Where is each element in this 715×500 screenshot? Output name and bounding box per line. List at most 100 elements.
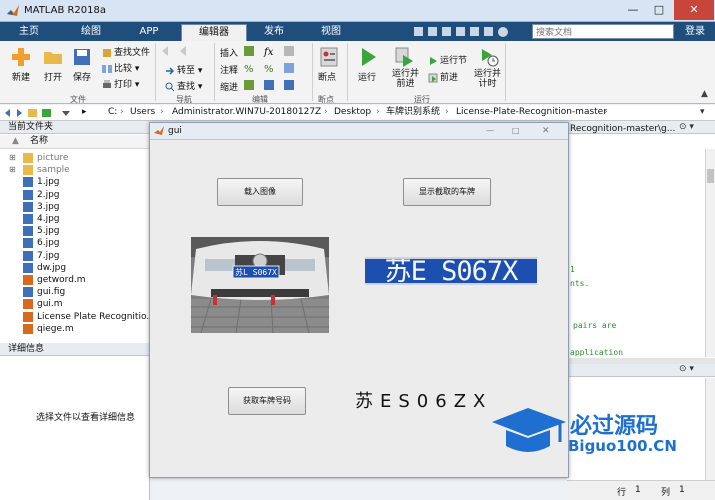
file-name: gui.m xyxy=(37,299,63,310)
print-label: 打印 xyxy=(114,80,133,90)
compare-label: 比较 xyxy=(114,64,133,74)
car-plate-text: 苏L S067X xyxy=(235,267,277,277)
address-part[interactable]: Desktop xyxy=(334,105,371,120)
file-name: getword.m xyxy=(37,275,86,285)
indent-button[interactable]: 缩进 xyxy=(220,80,238,93)
command-window-scrollbar[interactable] xyxy=(705,378,715,480)
edit-group-label: 编辑 xyxy=(252,95,268,104)
show-cropped-plate-button[interactable]: 显示截取的车牌 xyxy=(403,178,491,206)
editor-scrollbar[interactable] xyxy=(705,149,715,357)
open-button[interactable]: 打开 xyxy=(44,70,62,83)
file-list-item[interactable]: 1.jpg xyxy=(0,176,150,188)
address-part[interactable]: 车牌识别系统 xyxy=(386,105,440,120)
tab-editor[interactable]: 编辑器 xyxy=(181,24,247,41)
address-part[interactable]: C: xyxy=(108,105,117,120)
file-list-item[interactable]: 4.jpg xyxy=(0,213,150,225)
file-list-item[interactable]: dw.jpg xyxy=(0,262,150,274)
row-value: 1 xyxy=(635,485,641,495)
matlab-logo-icon xyxy=(154,126,164,135)
run-and-time-button[interactable]: 运行并 计时 xyxy=(474,69,501,89)
address-part[interactable]: License-Plate-Recognition-master xyxy=(456,105,607,120)
file-list-item[interactable]: 3.jpg xyxy=(0,201,150,213)
comment-button[interactable]: 注释 xyxy=(220,63,238,76)
file-list-item[interactable]: ⊞ picture xyxy=(0,152,150,164)
name-column-header[interactable]: ▲ 名称 xyxy=(0,135,150,149)
address-part[interactable]: Administrator.WIN7U-20180127Z xyxy=(172,105,321,120)
file-list-item[interactable]: 2.jpg xyxy=(0,189,150,201)
maximize-button[interactable]: □ xyxy=(646,0,672,20)
search-documentation-input[interactable] xyxy=(532,24,674,39)
command-window-header: ⊙ ▾ xyxy=(567,364,715,377)
run-button[interactable]: 运行 xyxy=(358,70,376,83)
find-files-icon xyxy=(103,48,111,57)
find-files-button[interactable]: 查找文件 xyxy=(102,45,150,58)
file-list-item[interactable]: ⊞ sample xyxy=(0,164,150,176)
file-name: 7.jpg xyxy=(37,250,60,261)
code-line: application xyxy=(570,348,623,357)
file-group-label: 文件 xyxy=(70,95,86,104)
close-button[interactable]: ✕ xyxy=(674,0,714,20)
file-icon xyxy=(23,250,33,261)
tab-view[interactable]: 视图 xyxy=(306,24,356,41)
file-icon xyxy=(23,177,33,188)
breakpoints-button[interactable]: 断点 xyxy=(318,70,336,83)
edit-tools-icons[interactable]: fx %% xyxy=(242,44,308,92)
login-button[interactable]: 登录 xyxy=(680,24,710,39)
print-button[interactable]: 打印 ▾ xyxy=(102,77,139,90)
file-name: 3.jpg xyxy=(37,201,60,212)
name-column-label: 名称 xyxy=(30,136,49,146)
recognized-plate-number: 苏ES06ZX xyxy=(355,391,493,412)
advance-button[interactable]: 前进 xyxy=(428,70,458,83)
file-list-item[interactable]: 6.jpg xyxy=(0,237,150,249)
group-divider xyxy=(347,43,348,101)
tab-publish[interactable]: 发布 xyxy=(250,24,298,41)
address-part[interactable]: Users xyxy=(130,105,155,120)
address-sep: › xyxy=(324,107,328,117)
details-header: 详细信息 xyxy=(0,343,150,356)
new-button[interactable]: 新建 xyxy=(12,70,30,83)
quick-access-toolbar[interactable] xyxy=(412,25,512,39)
file-icon xyxy=(23,201,33,212)
tab-home[interactable]: 主页 xyxy=(6,24,52,41)
tab-plots[interactable]: 绘图 xyxy=(66,24,116,41)
cropped-plate-image: 苏E S067X xyxy=(365,257,537,285)
file-list-item[interactable]: getword.m xyxy=(0,274,150,286)
advance-label: 前进 xyxy=(440,73,459,83)
expand-icon[interactable]: ⊞ xyxy=(9,164,16,176)
recognize-plate-button[interactable]: 获取车牌号码 xyxy=(228,387,306,415)
expand-icon[interactable]: ⊞ xyxy=(9,152,16,164)
run-advance-button[interactable]: 运行并 前进 xyxy=(392,69,419,89)
insert-button[interactable]: 插入 xyxy=(220,46,238,59)
code-line: 1 xyxy=(570,265,575,274)
watermark-en-text: Biguo100.CN xyxy=(568,437,677,455)
col-value: 1 xyxy=(679,485,685,495)
collapse-ribbon-icon[interactable]: ▲ xyxy=(701,89,708,99)
file-icon xyxy=(23,189,33,200)
run-section-label: 运行节 xyxy=(440,56,468,66)
run-section-button[interactable]: 运行节 xyxy=(428,53,467,66)
command-window-controls[interactable]: ⊙ ▾ xyxy=(679,364,694,374)
find-button[interactable]: 查找 ▾ xyxy=(165,79,202,92)
goto-button[interactable]: 转至 ▾ xyxy=(165,63,202,76)
load-image-button[interactable]: 载入图像 xyxy=(217,178,303,206)
address-dropdown-icon[interactable]: ▾ xyxy=(700,105,705,120)
compare-button[interactable]: 比较 ▾ xyxy=(102,61,139,74)
editor-panel-controls[interactable]: ⊙ ▾ xyxy=(679,122,694,132)
row-label: 行 xyxy=(617,488,627,498)
minimize-button[interactable]: — xyxy=(620,0,646,20)
save-button[interactable]: 保存 xyxy=(73,70,91,83)
file-list-item[interactable]: gui.fig xyxy=(0,286,150,298)
graduation-cap-icon xyxy=(492,408,566,452)
file-list-item[interactable]: gui.m xyxy=(0,298,150,310)
file-list-item[interactable]: License Plate Recognitio... xyxy=(0,311,155,323)
address-bar[interactable]: ▸ C: › Users › Administrator.WIN7U-20180… xyxy=(0,105,715,121)
gui-maximize-button[interactable]: □ xyxy=(512,123,520,139)
file-list-item[interactable]: qiege.m xyxy=(0,323,150,335)
gui-close-button[interactable]: ✕ xyxy=(542,123,550,139)
file-list-item[interactable]: 5.jpg xyxy=(0,225,150,237)
address-nav-icons[interactable] xyxy=(4,107,78,119)
tab-apps[interactable]: APP xyxy=(124,24,174,41)
file-list-item[interactable]: 7.jpg xyxy=(0,250,150,262)
nav-arrows-icon[interactable] xyxy=(160,45,194,57)
gui-minimize-button[interactable]: — xyxy=(486,123,494,139)
